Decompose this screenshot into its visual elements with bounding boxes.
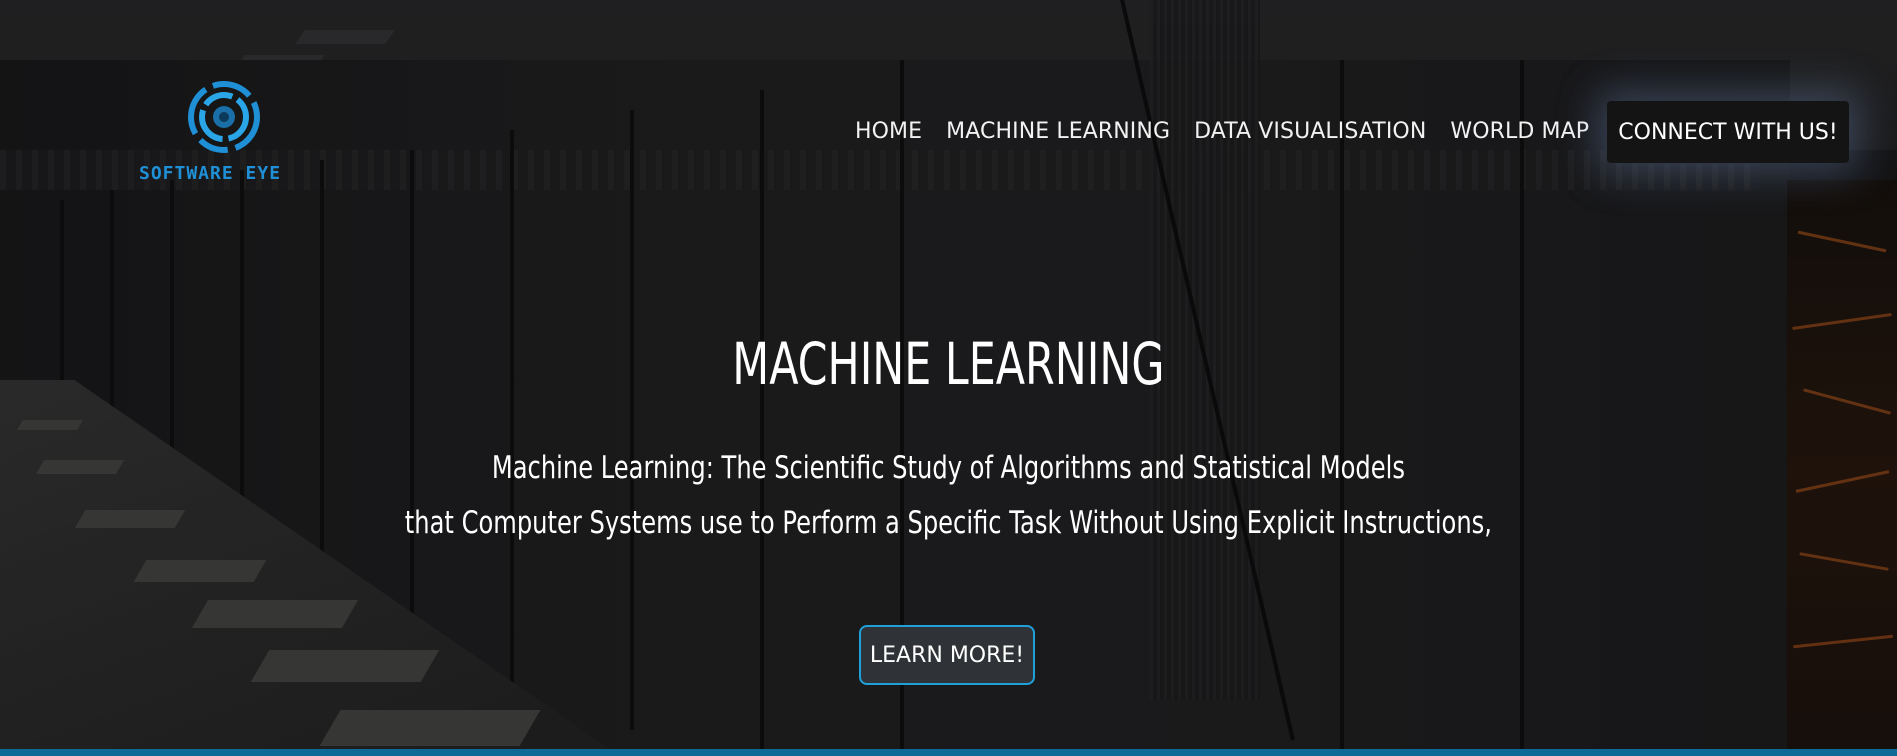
hero-subtitle-line-2: that Computer Systems use to Perform a S… bbox=[404, 505, 1492, 541]
nav-item-world-map[interactable]: WORLD MAP bbox=[1450, 119, 1589, 144]
bottom-accent-bar bbox=[0, 749, 1897, 756]
site-logo[interactable]: SOFTWARE EYE bbox=[135, 80, 305, 190]
nav-item-home[interactable]: HOME bbox=[855, 119, 922, 144]
connect-with-us-button[interactable]: CONNECT WITH US! bbox=[1607, 101, 1849, 163]
eye-logo-icon bbox=[188, 81, 260, 153]
hero-subtitle-line-1: Machine Learning: The Scientific Study o… bbox=[491, 450, 1405, 486]
nav-item-data-visualisation[interactable]: DATA VISUALISATION bbox=[1194, 119, 1426, 144]
page-title: MACHINE LEARNING bbox=[732, 330, 1165, 398]
logo-text: SOFTWARE EYE bbox=[139, 163, 282, 184]
learn-more-button[interactable]: LEARN MORE! bbox=[859, 625, 1035, 685]
hero-section: SOFTWARE EYE HOME MACHINE LEARNING DATA … bbox=[0, 0, 1897, 756]
nav-item-machine-learning[interactable]: MACHINE LEARNING bbox=[946, 119, 1170, 144]
main-nav: HOME MACHINE LEARNING DATA VISUALISATION… bbox=[855, 101, 1613, 161]
